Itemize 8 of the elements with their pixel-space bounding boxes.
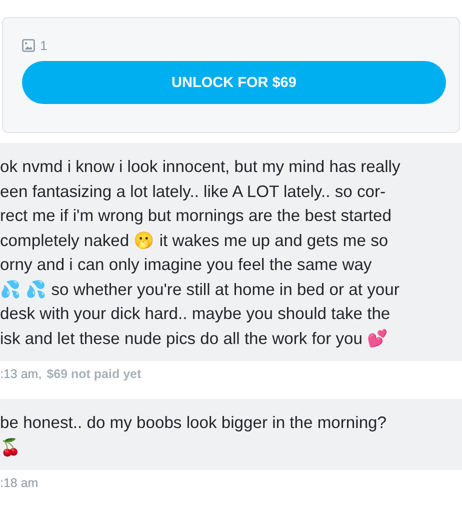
message-time: :13 am,: [0, 367, 42, 381]
photo-count: 1: [40, 38, 48, 52]
image-icon: [22, 38, 35, 52]
price-status: $69 not paid yet: [46, 367, 142, 381]
unlock-button[interactable]: UNLOCK FOR $69: [22, 61, 446, 104]
message-text: be honest.. do my boobs look bigger in the morning? 🍒: [0, 412, 388, 459]
message-text: ok nvmd i know i look innocent, but my mind has really een fantasizing a lot lately.. like A LOT lately.. so cor- rect me if i'm wrong but mornings are the best started completely naked 🫢 it wakes me up and gets me so orny and i can only imagine you feel the same way 💦 💦 so whether you're still at home in bed or at your desk with your dick hard.. maybe you should take the isk and let these nude pics do all the work for you 💕: [0, 156, 402, 350]
message-time: :18 am: [0, 476, 38, 490]
